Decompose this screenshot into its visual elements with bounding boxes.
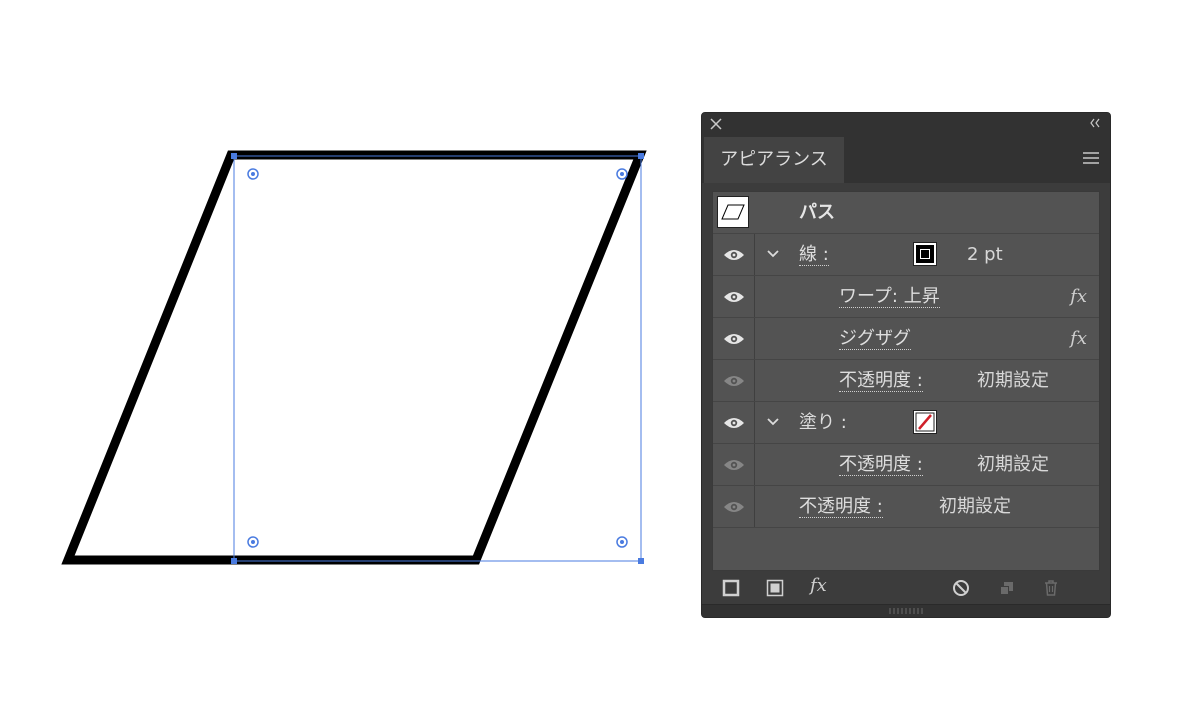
fx-icon[interactable]: fx — [1070, 286, 1087, 307]
grip-icon[interactable] — [888, 607, 924, 615]
effect-row-zigzag[interactable]: ジグザグ fx — [713, 318, 1099, 360]
object-opacity-label-wrap: 不透明度 : — [799, 486, 883, 528]
panel-resize-grip[interactable] — [702, 604, 1110, 617]
add-stroke-icon[interactable] — [722, 579, 740, 597]
chevron-down-icon[interactable] — [766, 416, 780, 428]
handle-top-right[interactable] — [638, 153, 644, 159]
stroke-opacity-value: 初期設定 — [977, 370, 1049, 391]
corner-widget-top-left[interactable] — [247, 168, 259, 180]
duplicate-icon[interactable] — [998, 579, 1016, 597]
fill-opacity-row[interactable]: 不透明度 : 初期設定 — [713, 444, 1099, 486]
add-fill-icon[interactable] — [766, 579, 784, 597]
eye-icon[interactable] — [723, 332, 745, 346]
stroke-opacity-link[interactable]: 不透明度 : — [839, 371, 923, 392]
eye-cell — [713, 276, 755, 317]
handle-bottom-left[interactable] — [231, 558, 237, 564]
stroke-opacity-row[interactable]: 不透明度 : 初期設定 — [713, 360, 1099, 402]
warp-label-wrap: ワープ: 上昇 — [839, 276, 940, 318]
trash-icon[interactable] — [1042, 579, 1060, 597]
eye-cell — [713, 402, 755, 443]
fx-icon[interactable]: fx — [1070, 328, 1087, 349]
eye-cell — [713, 234, 755, 275]
chevron-down-icon[interactable] — [766, 248, 780, 260]
fill-none-swatch[interactable] — [913, 410, 937, 434]
eye-icon[interactable] — [723, 248, 745, 262]
corner-widget-top-right[interactable] — [616, 168, 628, 180]
tab-appearance[interactable]: アピアランス — [704, 137, 844, 183]
zigzag-effect-link[interactable]: ジグザグ — [839, 329, 911, 350]
appearance-list: パス 線 : 2 pt ワープ: 上昇 fx ジグザグ fx 不透明度: 初期… — [712, 191, 1100, 571]
panel-titlebar[interactable] — [702, 113, 1110, 135]
close-icon[interactable] — [709, 117, 723, 131]
handle-bottom-right[interactable] — [638, 558, 644, 564]
corner-widget-bottom-right[interactable] — [616, 536, 628, 548]
collapse-icon[interactable] — [1088, 116, 1102, 130]
clear-appearance-icon[interactable] — [952, 579, 970, 597]
eye-cell — [713, 360, 755, 401]
appearance-panel: アピアランス パス 線: 2 pt ワープ: 上昇 fx ジグザグ fx 不透… — [701, 112, 1111, 618]
add-effect-fx-button[interactable]: fx — [810, 575, 827, 596]
eye-icon[interactable] — [723, 500, 745, 514]
stroke-opacity-label-wrap: 不透明度 : — [839, 360, 923, 402]
menu-icon[interactable] — [1082, 151, 1100, 165]
path-thumbnail — [717, 196, 749, 228]
stroke-swatch[interactable] — [913, 242, 937, 266]
eye-cell — [713, 318, 755, 359]
object-opacity-row[interactable]: 不透明度 : 初期設定 — [713, 486, 1099, 528]
eye-icon[interactable] — [723, 458, 745, 472]
fill-opacity-value: 初期設定 — [977, 454, 1049, 475]
path-header-row[interactable]: パス — [713, 192, 1099, 234]
eye-icon[interactable] — [723, 416, 745, 430]
corner-widget-bottom-left[interactable] — [247, 536, 259, 548]
path-title: パス — [799, 202, 835, 223]
eye-icon[interactable] — [723, 374, 745, 388]
eye-cell — [713, 486, 755, 527]
fill-opacity-link[interactable]: 不透明度 : — [839, 455, 923, 476]
eye-icon[interactable] — [723, 290, 745, 304]
fill-opacity-label-wrap: 不透明度 : — [839, 444, 923, 486]
stroke-weight[interactable]: 2 pt — [967, 234, 1003, 276]
eye-cell — [713, 444, 755, 485]
effect-row-warp[interactable]: ワープ: 上昇 fx — [713, 276, 1099, 318]
warp-effect-link[interactable]: ワープ: 上昇 — [839, 287, 940, 308]
parallelogram-thumbnail-icon — [721, 204, 745, 220]
panel-tabbar: アピアランス — [702, 135, 1110, 183]
panel-bottom-toolbar: fx — [702, 573, 1110, 603]
stroke-row[interactable]: 線 : 2 pt — [713, 234, 1099, 276]
object-opacity-link[interactable]: 不透明度 : — [799, 497, 883, 518]
stroke-label[interactable]: 線 : — [799, 245, 829, 266]
fill-row[interactable]: 塗り : — [713, 402, 1099, 444]
artboard-canvas[interactable] — [0, 0, 700, 701]
object-opacity-value: 初期設定 — [939, 496, 1011, 517]
fill-label: 塗り : — [799, 412, 847, 433]
handle-top-left[interactable] — [231, 153, 237, 159]
stroke-label-wrap: 線 : — [799, 234, 829, 276]
parallelogram-shape[interactable] — [61, 150, 647, 565]
zigzag-label-wrap: ジグザグ — [839, 318, 911, 360]
